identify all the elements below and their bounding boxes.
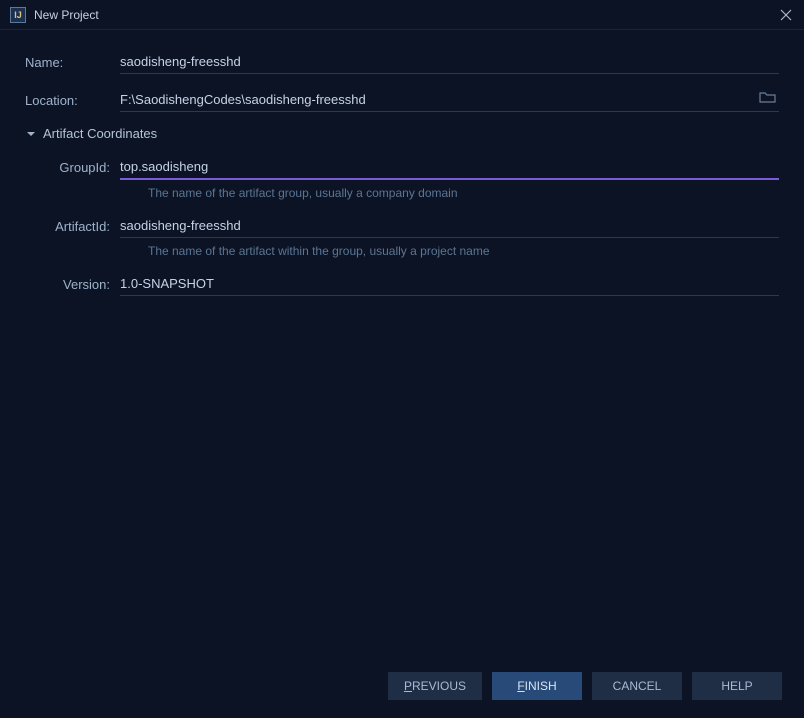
window-title: New Project — [34, 8, 778, 22]
location-row: Location: — [25, 88, 779, 112]
artifact-coordinates-toggle[interactable]: Artifact Coordinates — [25, 126, 779, 141]
artifactid-input-wrap[interactable] — [120, 214, 779, 238]
location-input-wrap[interactable] — [120, 88, 779, 112]
app-icon: IJ — [10, 7, 26, 23]
groupid-input[interactable] — [120, 155, 779, 178]
artifactid-row: ArtifactId: — [53, 214, 779, 238]
name-row: Name: — [25, 50, 779, 74]
name-label: Name: — [25, 55, 120, 70]
previous-button[interactable]: PREVIOUS — [388, 672, 482, 700]
artifactid-hint: The name of the artifact within the grou… — [148, 244, 490, 258]
version-label: Version: — [53, 277, 120, 292]
version-row: Version: — [53, 272, 779, 296]
chevron-down-icon — [25, 128, 37, 140]
browse-folder-icon[interactable] — [759, 90, 777, 104]
version-input[interactable] — [120, 272, 779, 295]
location-input[interactable] — [120, 88, 779, 111]
groupid-input-wrap[interactable] — [120, 155, 779, 180]
name-input-wrap[interactable] — [120, 50, 779, 74]
groupid-hint: The name of the artifact group, usually … — [148, 186, 458, 200]
artifactid-hint-row: The name of the artifact within the grou… — [53, 244, 779, 258]
groupid-row: GroupId: — [53, 155, 779, 180]
titlebar: IJ New Project — [0, 0, 804, 30]
button-bar: PREVIOUS FINISH CANCEL HELP — [388, 672, 782, 700]
artifact-section: GroupId: The name of the artifact group,… — [25, 155, 779, 296]
artifact-section-title: Artifact Coordinates — [43, 126, 157, 141]
location-label: Location: — [25, 93, 120, 108]
finish-button[interactable]: FINISH — [492, 672, 582, 700]
artifactid-label: ArtifactId: — [53, 219, 120, 234]
groupid-hint-row: The name of the artifact group, usually … — [53, 186, 779, 200]
version-input-wrap[interactable] — [120, 272, 779, 296]
name-input[interactable] — [120, 50, 779, 73]
help-button[interactable]: HELP — [692, 672, 782, 700]
artifactid-input[interactable] — [120, 214, 779, 237]
cancel-button[interactable]: CANCEL — [592, 672, 682, 700]
close-icon[interactable] — [778, 7, 794, 23]
groupid-label: GroupId: — [53, 160, 120, 175]
dialog-content: Name: Location: Artifact Coordinates Gro… — [0, 30, 804, 296]
